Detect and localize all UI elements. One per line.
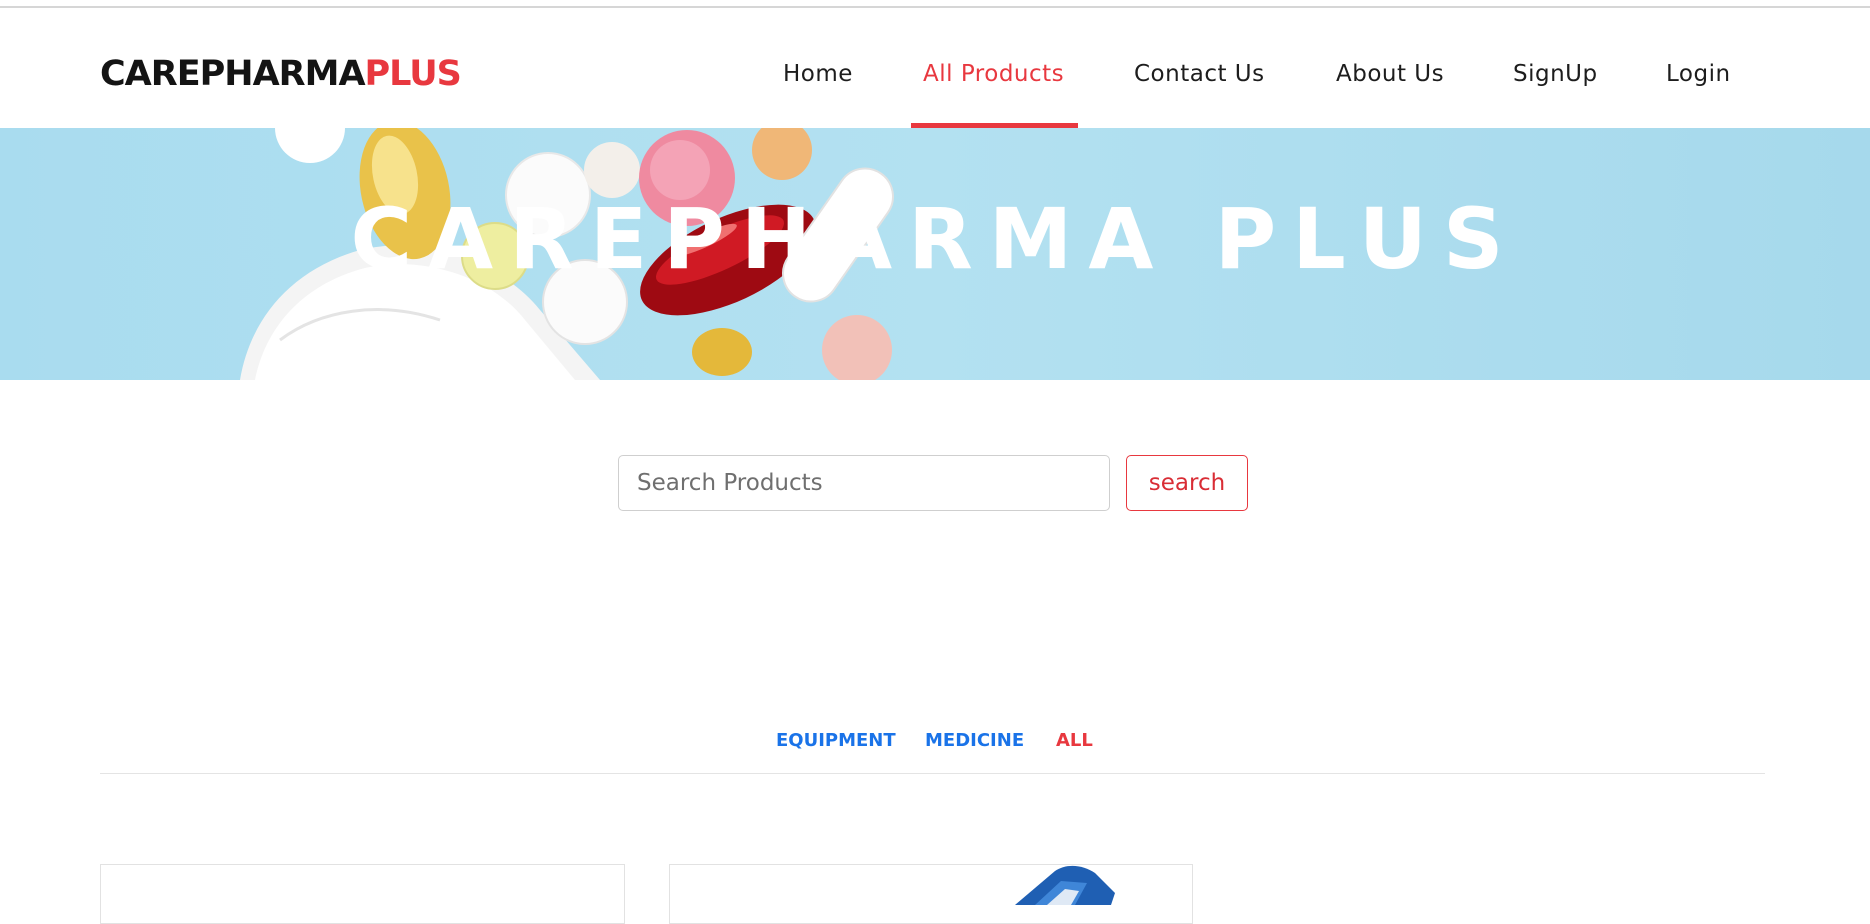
product-card[interactable] [100,864,625,924]
product-card[interactable] [669,864,1193,924]
nav-login[interactable]: Login [1666,54,1731,94]
nav-about-us[interactable]: About Us [1336,54,1444,94]
filter-equipment[interactable]: EQUIPMENT [776,728,896,754]
filter-divider [100,773,1765,774]
search-input[interactable] [618,455,1110,511]
brand-name-part2: PLUS [364,54,462,94]
nav-contact-us[interactable]: Contact Us [1134,54,1265,94]
hero-title: CAREPHARMA PLUS [350,190,1520,288]
site-header: CAREPHARMAPLUS Home All Products Contact… [0,8,1870,128]
filter-all[interactable]: ALL [1056,728,1093,754]
brand-name-part1: CAREPHARMA [100,54,366,94]
active-nav-indicator [911,123,1078,128]
brand-logo[interactable]: CAREPHARMAPLUS [100,54,462,94]
product-thumbnail [1015,865,1115,905]
hero-banner: CAREPHARMA PLUS [0,120,1870,380]
category-filters: EQUIPMENT MEDICINE ALL [0,728,1870,758]
filter-medicine[interactable]: MEDICINE [925,728,1024,754]
search-button[interactable]: search [1126,455,1248,511]
nav-all-products[interactable]: All Products [923,54,1064,94]
nav-home[interactable]: Home [783,54,853,94]
nav-signup[interactable]: SignUp [1513,54,1598,94]
